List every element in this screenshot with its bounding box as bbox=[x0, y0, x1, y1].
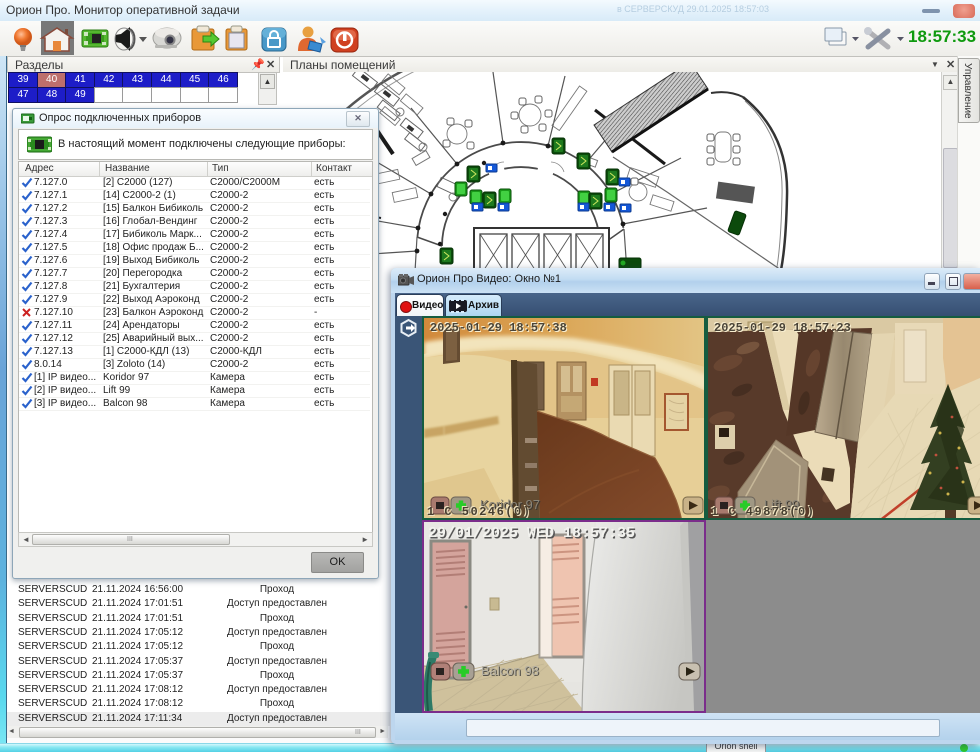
svg-text:1 C 50246(0): 1 C 50246(0) bbox=[427, 505, 531, 518]
svg-text:2025-01-29 18:57:23: 2025-01-29 18:57:23 bbox=[714, 321, 851, 335]
svg-text:2025-01-29 18:57:38: 2025-01-29 18:57:38 bbox=[430, 321, 567, 335]
svg-text:Balcon 98: Balcon 98 bbox=[481, 663, 539, 678]
svg-text:29/01/2025 WED 18:57:35: 29/01/2025 WED 18:57:35 bbox=[428, 525, 635, 542]
svg-text:1 C 49878(0): 1 C 49878(0) bbox=[711, 505, 815, 518]
